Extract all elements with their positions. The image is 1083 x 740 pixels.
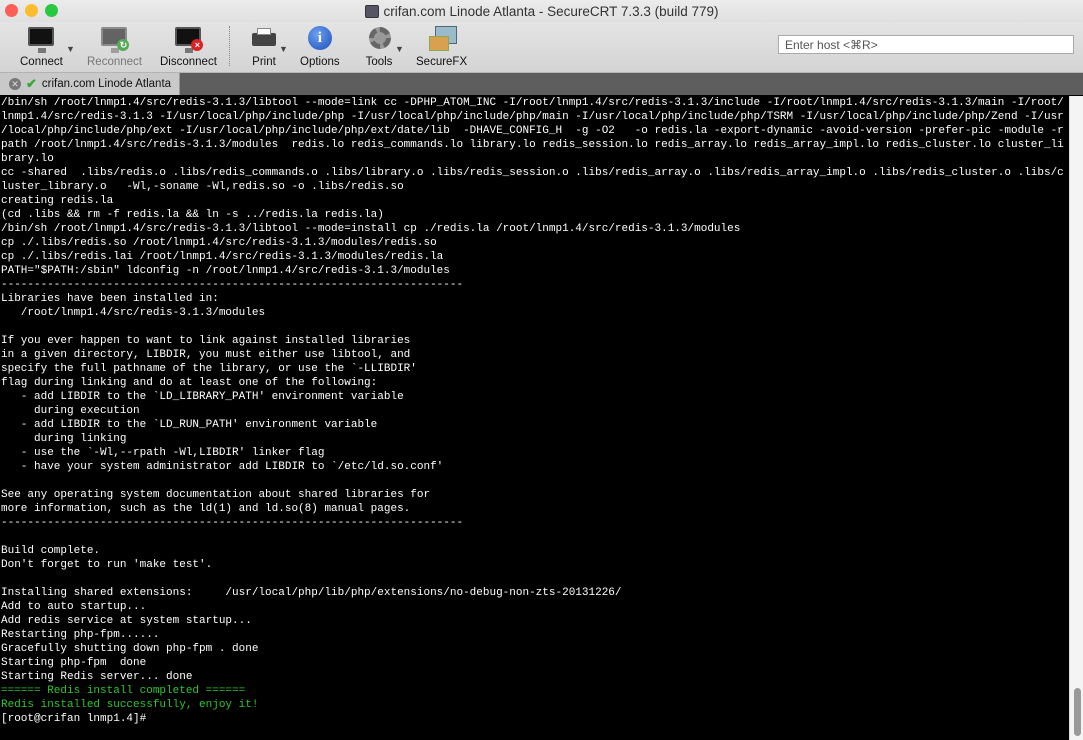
monitor-icon xyxy=(28,27,55,53)
terminal-line: (cd .libs && rm -f redis.la && ln -s ../… xyxy=(1,209,384,221)
connect-button[interactable]: Connect xyxy=(20,25,63,68)
terminal-line: - add LIBDIR to the `LD_RUN_PATH' enviro… xyxy=(1,419,378,431)
terminal-line: /root/lnmp1.4/src/redis-3.1.3/modules xyxy=(1,307,266,319)
securefx-button[interactable]: SecureFX xyxy=(416,25,467,68)
terminal-line: creating redis.la xyxy=(1,195,114,207)
session-tab[interactable]: ✕ ✔ crifan.com Linode Atlanta xyxy=(0,73,180,95)
minimize-window-button[interactable] xyxy=(25,4,38,17)
terminal-line: during linking xyxy=(1,433,127,445)
terminal-line: Libraries have been installed in: xyxy=(1,293,219,305)
terminal-line: brary.lo xyxy=(1,153,54,165)
terminal-line: - use the `-Wl,--rpath -Wl,LIBDIR' linke… xyxy=(1,447,325,459)
gear-icon xyxy=(364,25,394,53)
terminal-line: cc -shared .libs/redis.o .libs/redis_com… xyxy=(1,167,1064,179)
info-icon: i xyxy=(305,25,335,53)
toolbar-separator xyxy=(229,26,230,66)
terminal-scrollbar[interactable] xyxy=(1069,96,1083,740)
print-button[interactable]: Print xyxy=(249,25,279,68)
toolbar: Connect ▼ ↻ Reconnect × Disconnect Print ▼… xyxy=(0,22,1083,73)
disconnect-button[interactable]: × Disconnect xyxy=(160,25,217,68)
securecrt-app-icon xyxy=(364,4,379,18)
connected-check-icon: ✔ xyxy=(26,76,37,91)
terminal-line: more information, such as the ld(1) and … xyxy=(1,503,411,515)
disconnect-x-icon: × xyxy=(191,39,204,51)
terminal-line: in a given directory, LIBDIR, you must e… xyxy=(1,349,411,361)
host-input[interactable]: Enter host <⌘R> xyxy=(778,35,1074,54)
reconnect-button[interactable]: ↻ Reconnect xyxy=(87,25,142,68)
terminal-line: specify the full pathname of the library… xyxy=(1,363,417,375)
window-title: crifan.com Linode Atlanta - SecureCRT 7.… xyxy=(364,4,718,19)
title-bar: crifan.com Linode Atlanta - SecureCRT 7.… xyxy=(0,0,1083,22)
terminal-line: during execution xyxy=(1,405,140,417)
terminal-line: Add to auto startup... xyxy=(1,601,147,613)
terminal-line: /bin/sh /root/lnmp1.4/src/redis-3.1.3/li… xyxy=(1,97,1064,109)
terminal-line: Add redis service at system startup... xyxy=(1,615,252,627)
terminal-line: If you ever happen to want to link again… xyxy=(1,335,411,347)
terminal-line: Installing shared extensions: /usr/local… xyxy=(1,587,622,599)
terminal-line: Starting Redis server... done xyxy=(1,671,193,683)
terminal-line: - have your system administrator add LIB… xyxy=(1,461,444,473)
terminal-line: See any operating system documentation a… xyxy=(1,489,431,501)
tools-dropdown-icon[interactable]: ▼ xyxy=(395,44,404,54)
options-button[interactable]: i Options xyxy=(300,25,340,68)
print-dropdown-icon[interactable]: ▼ xyxy=(279,44,288,54)
terminal-line: cp ./.libs/redis.lai /root/lnmp1.4/src/r… xyxy=(1,251,444,263)
close-tab-icon[interactable]: ✕ xyxy=(9,78,21,90)
terminal-line: ----------------------------------------… xyxy=(1,279,464,291)
terminal-line: Build complete. xyxy=(1,545,101,557)
terminal-line: - add LIBDIR to the `LD_LIBRARY_PATH' en… xyxy=(1,391,404,403)
terminal-line: Don't forget to run 'make test'. xyxy=(1,559,213,571)
terminal-line: [root@crifan lnmp1.4]# xyxy=(1,713,153,725)
securefx-icon xyxy=(427,25,457,53)
terminal-line: path /root/lnmp1.4/src/redis-3.1.3/modul… xyxy=(1,139,1064,151)
terminal-line: cp ./.libs/redis.so /root/lnmp1.4/src/re… xyxy=(1,237,437,249)
connect-dropdown-icon[interactable]: ▼ xyxy=(66,44,75,54)
printer-icon xyxy=(249,25,279,53)
terminal-line: flag during linking and do at least one … xyxy=(1,377,378,389)
terminal-line: ====== Redis install completed ====== xyxy=(1,685,246,697)
terminal-line: /bin/sh /root/lnmp1.4/src/redis-3.1.3/li… xyxy=(1,223,741,235)
tab-bar: ✕ ✔ crifan.com Linode Atlanta xyxy=(0,73,1083,95)
scrollbar-thumb[interactable] xyxy=(1074,688,1081,736)
terminal-line: ----------------------------------------… xyxy=(1,517,464,529)
terminal-line: luster_library.o -Wl,-soname -Wl,redis.s… xyxy=(1,181,404,193)
terminal-output[interactable]: /bin/sh /root/lnmp1.4/src/redis-3.1.3/li… xyxy=(0,96,1069,740)
terminal-line: Gracefully shutting down php-fpm . done xyxy=(1,643,259,655)
zoom-window-button[interactable] xyxy=(45,4,58,17)
terminal-line: Starting php-fpm done xyxy=(1,657,147,669)
terminal-line: Redis installed successfully, enjoy it! xyxy=(1,699,259,711)
terminal-line: lnmp1.4/src/redis-3.1.3 -I/usr/local/php… xyxy=(1,111,1064,123)
terminal-line: /local/php/include/php/ext -I/usr/local/… xyxy=(1,125,1064,137)
terminal-line: Restarting php-fpm...... xyxy=(1,629,160,641)
terminal-line: PATH="$PATH:/sbin" ldconfig -n /root/lnm… xyxy=(1,265,450,277)
tools-button[interactable]: Tools xyxy=(364,25,394,68)
close-window-button[interactable] xyxy=(5,4,18,17)
refresh-icon: ↻ xyxy=(117,39,130,51)
